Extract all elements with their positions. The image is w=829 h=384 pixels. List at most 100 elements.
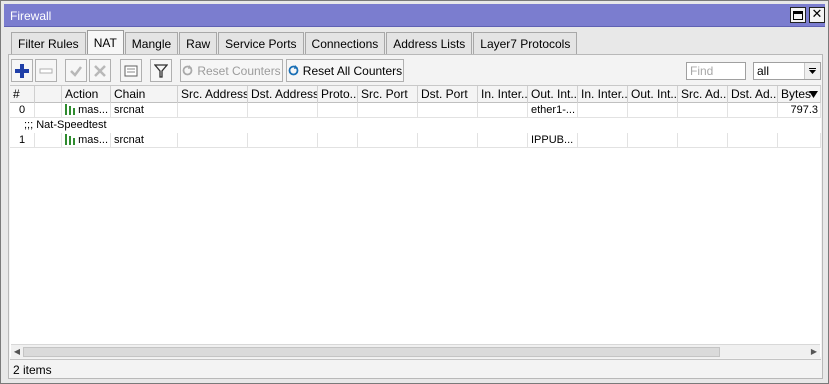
col-header-flags[interactable]: [35, 86, 62, 103]
close-icon: ✕: [811, 7, 823, 22]
cell-dst-address-list: [728, 103, 778, 118]
firewall-window: Firewall ✕ Filter Rules NAT Mangle Raw S…: [0, 0, 829, 384]
col-header-in-interface-list[interactable]: In. Inter...: [578, 86, 628, 103]
col-header-chain[interactable]: Chain: [111, 86, 178, 103]
horizontal-scrollbar[interactable]: ◀ ▶: [11, 344, 820, 358]
cell-in-interface-list: [578, 103, 628, 118]
x-icon: [94, 64, 106, 77]
tab-nat[interactable]: NAT: [86, 30, 124, 55]
col-header-dst-address-list[interactable]: Dst. Ad...: [728, 86, 778, 103]
cell-bytes: [778, 133, 821, 148]
reset-counters-label: Reset Counters: [197, 63, 281, 78]
maximize-icon: [793, 10, 803, 20]
filter-select-value: all: [757, 64, 770, 78]
close-button[interactable]: ✕: [809, 7, 825, 23]
cell-action-label: mas...: [78, 104, 109, 116]
reset-all-counters-button[interactable]: Reset All Counters: [286, 59, 404, 82]
cell-protocol: [318, 133, 358, 148]
tab-connections[interactable]: Connections: [304, 32, 386, 55]
comment-button[interactable]: [120, 59, 142, 82]
cell-out-interface: ether1-...: [528, 103, 578, 118]
nat-panel: Reset Counters Reset All Counters all # …: [8, 54, 823, 379]
cell-chain: srcnat: [111, 103, 178, 118]
col-header-action[interactable]: Action: [62, 86, 111, 103]
cell-src-address: [178, 133, 248, 148]
status-bar: 2 items: [10, 359, 821, 378]
reset-counters-button[interactable]: Reset Counters: [180, 59, 283, 82]
tab-filter-rules[interactable]: Filter Rules: [11, 32, 86, 55]
enable-button[interactable]: [65, 59, 87, 82]
scroll-right-icon[interactable]: ▶: [808, 345, 820, 358]
cell-dst-port: [418, 133, 478, 148]
tab-bar: Filter Rules NAT Mangle Raw Service Port…: [11, 30, 578, 55]
disable-button[interactable]: [89, 59, 111, 82]
cell-src-port: [358, 133, 418, 148]
cell-out-interface: IPPUB...: [528, 133, 578, 148]
col-header-out-interface-list[interactable]: Out. Int...: [628, 86, 678, 103]
window-title: Firewall: [10, 9, 52, 23]
table-row[interactable]: 1 mas... srcnat IPPUB...: [10, 133, 821, 148]
table-row[interactable]: 0 mas... srcnat ether1-... 797.3: [10, 103, 821, 118]
check-icon: [70, 65, 82, 77]
col-header-number[interactable]: #: [10, 86, 35, 103]
scrollbar-thumb[interactable]: [23, 347, 720, 357]
cell-action: mas...: [62, 103, 111, 118]
col-header-dst-address[interactable]: Dst. Address: [248, 86, 318, 103]
title-bar[interactable]: Firewall ✕: [4, 4, 825, 27]
minus-icon: [39, 68, 53, 73]
cell-chain: srcnat: [111, 133, 178, 148]
tab-raw[interactable]: Raw: [179, 32, 218, 55]
toolbar: Reset Counters Reset All Counters all: [11, 59, 821, 83]
funnel-icon: [154, 63, 168, 78]
tab-address-lists[interactable]: Address Lists: [386, 32, 473, 55]
filter-select[interactable]: all: [753, 62, 821, 80]
remove-button[interactable]: [35, 59, 57, 82]
tab-mangle[interactable]: Mangle: [124, 32, 179, 55]
cell-src-address-list: [678, 103, 728, 118]
col-header-bytes-label: Bytes: [781, 87, 812, 101]
cell-out-interface-list: [628, 133, 678, 148]
col-header-src-port[interactable]: Src. Port: [358, 86, 418, 103]
cell-number: 0: [10, 103, 35, 118]
filter-button[interactable]: [150, 59, 172, 82]
col-header-out-interface[interactable]: Out. Int...: [528, 86, 578, 103]
masquerade-icon: [65, 104, 75, 115]
cell-in-interface: [478, 103, 528, 118]
table-header: # Action Chain Src. Address Dst. Address…: [10, 86, 821, 103]
cell-action: mas...: [62, 133, 111, 148]
cell-dst-address: [248, 133, 318, 148]
find-input[interactable]: [686, 62, 746, 80]
cell-src-address: [178, 103, 248, 118]
cell-dst-port: [418, 103, 478, 118]
col-header-bytes[interactable]: Bytes: [778, 86, 821, 103]
item-count: 2 items: [13, 363, 52, 377]
add-button[interactable]: [11, 59, 33, 82]
table-row-comment[interactable]: ;;; Nat-Speedtest: [10, 118, 821, 133]
cell-out-interface-list: [628, 103, 678, 118]
rule-comment: ;;; Nat-Speedtest: [24, 119, 107, 131]
col-header-src-address-list[interactable]: Src. Ad...: [678, 86, 728, 103]
cell-bytes: 797.3: [778, 103, 821, 118]
sort-desc-icon: [809, 91, 818, 98]
masquerade-icon: [65, 134, 75, 145]
cell-src-port: [358, 103, 418, 118]
reset-icon: [288, 65, 299, 76]
scroll-left-icon[interactable]: ◀: [11, 345, 23, 358]
cell-protocol: [318, 103, 358, 118]
dropdown-arrow-icon: [804, 63, 820, 79]
col-header-protocol[interactable]: Proto...: [318, 86, 358, 103]
plus-icon: [15, 63, 29, 78]
col-header-src-address[interactable]: Src. Address: [178, 86, 248, 103]
cell-flags: [35, 103, 62, 118]
cell-action-label: mas...: [78, 134, 109, 146]
cell-src-address-list: [678, 133, 728, 148]
cell-in-interface-list: [578, 133, 628, 148]
maximize-button[interactable]: [790, 7, 806, 23]
cell-dst-address-list: [728, 133, 778, 148]
tab-service-ports[interactable]: Service Ports: [218, 32, 304, 55]
tab-layer7-protocols[interactable]: Layer7 Protocols: [473, 32, 578, 55]
col-header-dst-port[interactable]: Dst. Port: [418, 86, 478, 103]
comment-icon: [124, 65, 138, 76]
cell-dst-address: [248, 103, 318, 118]
col-header-in-interface[interactable]: In. Inter...: [478, 86, 528, 103]
